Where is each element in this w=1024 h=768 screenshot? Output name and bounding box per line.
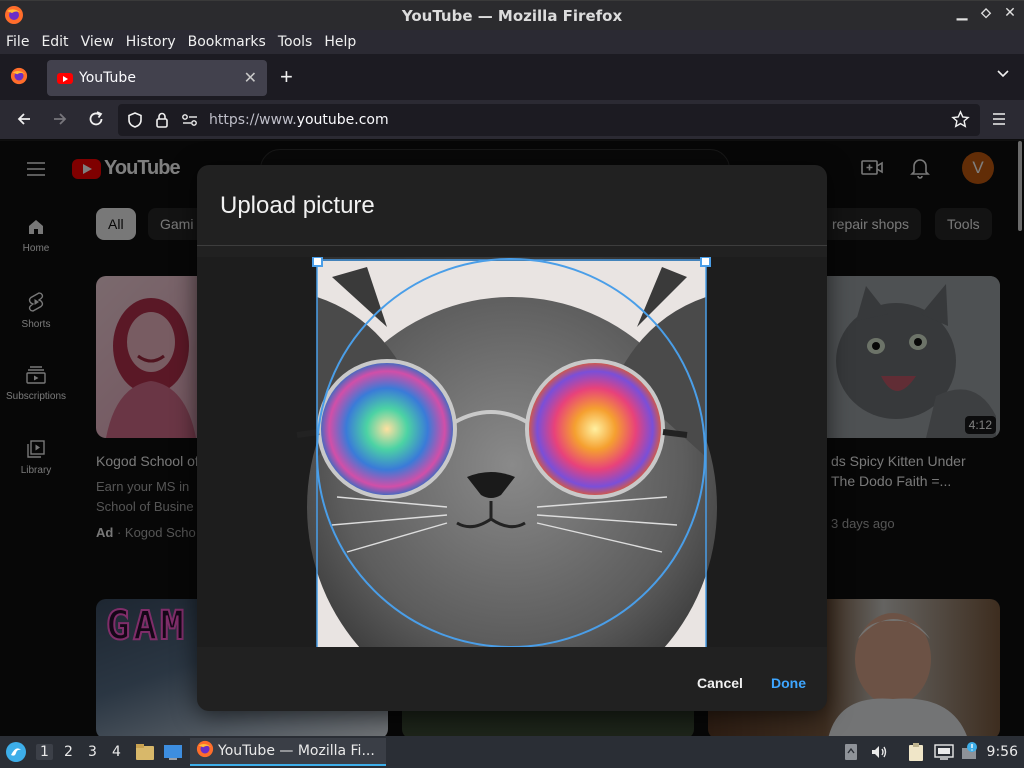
navigation-bar: https://www.youtube.com [0, 100, 1024, 140]
taskbar: 1 2 3 4 YouTube — Mozilla Fi... 9:56 [0, 736, 1024, 768]
menu-edit[interactable]: Edit [41, 34, 68, 50]
clipboard-icon[interactable] [907, 742, 925, 766]
menu-history[interactable]: History [126, 34, 176, 50]
menu-tools[interactable]: Tools [278, 34, 313, 50]
cat-photo-image [197, 257, 827, 647]
restore-button[interactable]: ⬦ [978, 5, 994, 21]
menu-bookmarks[interactable]: Bookmarks [188, 34, 266, 50]
new-tab-button[interactable]: + [280, 64, 293, 90]
file-manager-icon[interactable] [135, 743, 155, 765]
volume-icon[interactable] [870, 744, 888, 764]
window-titlebar: YouTube — Mozilla Firefox ▁ ⬦ ✕ [0, 0, 1024, 30]
hamburger-menu-icon[interactable] [991, 111, 1007, 132]
bookmark-star-icon[interactable] [951, 110, 970, 134]
menu-view[interactable]: View [81, 34, 114, 50]
tab-strip: YouTube ✕ + [0, 54, 1024, 100]
page-scrollbar-thumb[interactable] [1018, 141, 1022, 231]
workspace-4[interactable]: 4 [112, 744, 121, 760]
workspace-1[interactable]: 1 [36, 744, 53, 760]
updates-notification-icon[interactable] [960, 741, 980, 765]
tab-youtube[interactable]: YouTube ✕ [47, 60, 267, 96]
reload-icon[interactable] [87, 110, 105, 133]
address-bar[interactable]: https://www.youtube.com [118, 104, 980, 136]
done-button[interactable]: Done [771, 675, 806, 691]
crop-area[interactable] [197, 257, 827, 647]
desktop-icon[interactable] [163, 743, 183, 765]
tab-label: YouTube [79, 70, 136, 86]
taskbar-firefox-task[interactable]: YouTube — Mozilla Fi... [190, 738, 386, 766]
lock-icon[interactable] [154, 111, 170, 134]
tray-up-icon[interactable] [844, 743, 858, 765]
firefox-task-icon [196, 740, 214, 762]
network-icon[interactable] [934, 743, 954, 765]
menu-file[interactable]: File [6, 34, 29, 50]
dialog-divider [197, 245, 827, 246]
forward-arrow-icon[interactable] [51, 110, 69, 133]
chevron-down-icon[interactable] [996, 66, 1010, 85]
firefox-view-icon[interactable] [10, 67, 28, 90]
youtube-page: YouTube V Home Shorts Subscriptions Libr… [0, 141, 1024, 736]
app-launcher-icon[interactable] [5, 741, 27, 767]
crop-handle-top-left[interactable] [312, 257, 323, 267]
workspace-3[interactable]: 3 [88, 744, 97, 760]
taskbar-task-label: YouTube — Mozilla Fi... [218, 743, 375, 759]
crop-handle-top-right[interactable] [700, 257, 711, 267]
window-title: YouTube — Mozilla Firefox [401, 6, 623, 25]
close-button[interactable]: ✕ [1002, 5, 1018, 21]
firefox-icon [4, 5, 24, 29]
permissions-icon[interactable] [181, 112, 199, 133]
dialog-title: Upload picture [220, 192, 375, 219]
upload-picture-dialog: Upload picture Cancel Done [197, 165, 827, 711]
menu-help[interactable]: Help [324, 34, 356, 50]
tab-close-icon[interactable]: ✕ [244, 68, 257, 87]
minimize-button[interactable]: ▁ [954, 5, 970, 21]
menu-bar: File Edit View History Bookmarks Tools H… [0, 30, 1024, 54]
shield-icon[interactable] [126, 111, 144, 134]
youtube-favicon-icon [57, 72, 73, 84]
workspace-2[interactable]: 2 [64, 744, 73, 760]
cancel-button[interactable]: Cancel [697, 675, 743, 691]
clock: 9:56 [986, 744, 1018, 760]
back-arrow-icon[interactable] [15, 110, 33, 133]
url-text[interactable]: https://www.youtube.com [209, 112, 389, 128]
